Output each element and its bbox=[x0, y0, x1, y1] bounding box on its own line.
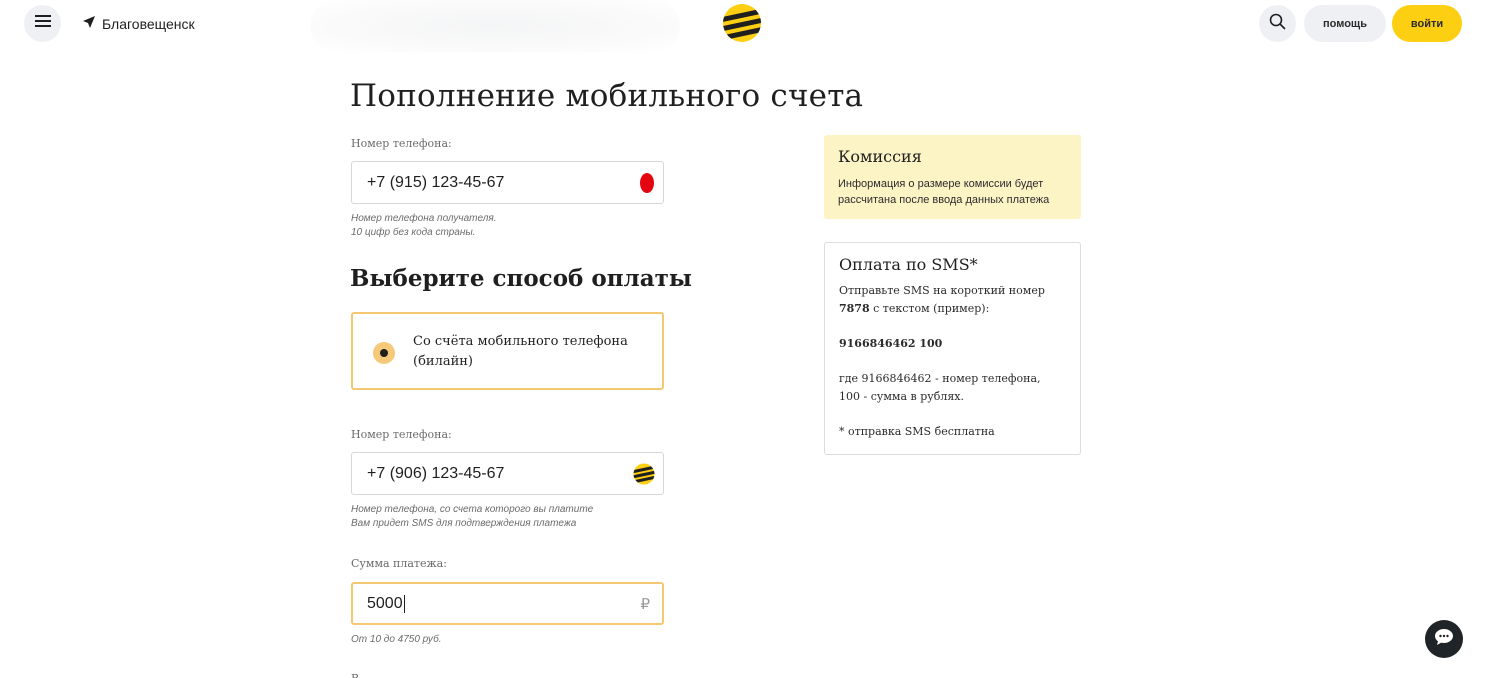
amount-label: Сумма платежа: bbox=[351, 557, 447, 570]
commission-panel: Комиссия Информация о размере комиссии б… bbox=[824, 135, 1081, 219]
city-selector[interactable]: Благовещенск bbox=[82, 15, 195, 32]
commission-title: Комиссия bbox=[838, 147, 922, 166]
promo-banner bbox=[310, 0, 680, 52]
payment-option-radio[interactable] bbox=[373, 342, 395, 364]
payment-option-label: Со счёта мобильного телефона (билайн) bbox=[413, 334, 628, 369]
chat-button[interactable] bbox=[1425, 620, 1463, 658]
page-title: Пополнение мобильного счета bbox=[350, 78, 864, 114]
help-button[interactable]: помощь bbox=[1304, 5, 1386, 42]
amount-value: 5000 bbox=[367, 594, 403, 612]
sms-payment-card: Оплата по SMS* Отправьте SMS на короткий… bbox=[824, 242, 1081, 455]
sms-footnote: * отправка SMS бесплатна bbox=[839, 425, 995, 438]
login-button[interactable]: войти bbox=[1392, 5, 1462, 42]
mts-operator-icon bbox=[639, 172, 655, 194]
recipient-phone-hint: Номер телефона получателя. 10 цифр без к… bbox=[351, 213, 497, 238]
sms-explanation: где 9166846462 - номер телефона, 100 - с… bbox=[839, 372, 1041, 403]
sms-title: Оплата по SMS* bbox=[839, 255, 978, 274]
search-button[interactable] bbox=[1259, 5, 1296, 42]
next-field-label-cut: В bbox=[351, 672, 359, 678]
menu-button[interactable] bbox=[24, 5, 61, 42]
payer-phone-hint: Номер телефона, со счета которого вы пла… bbox=[351, 504, 594, 529]
recipient-phone-label: Номер телефона: bbox=[351, 137, 452, 150]
recipient-phone-input[interactable]: +7 (915) 123-45-67 bbox=[351, 161, 664, 204]
sms-intro: Отправьте SMS на короткий номер 7878 с т… bbox=[839, 284, 1045, 315]
city-name: Благовещенск bbox=[102, 15, 195, 32]
sms-example: 9166846462 100 bbox=[839, 337, 943, 350]
payer-phone-input[interactable]: +7 (906) 123-45-67 bbox=[351, 452, 664, 495]
chat-bubble-icon bbox=[1434, 628, 1454, 651]
hamburger-icon bbox=[34, 14, 51, 33]
amount-hint: От 10 до 4750 руб. bbox=[351, 634, 442, 645]
site-header: Благовещенск помощь войти bbox=[0, 0, 1500, 60]
recipient-phone-value: +7 (915) 123-45-67 bbox=[367, 173, 505, 191]
commission-text: Информация о размере комиссии будет расс… bbox=[838, 178, 1050, 206]
search-icon bbox=[1269, 13, 1286, 35]
beeline-logo[interactable] bbox=[722, 3, 762, 43]
payment-method-title: Выберите способ оплаты bbox=[350, 265, 692, 292]
sms-short-number: 7878 bbox=[839, 302, 870, 315]
amount-input[interactable]: 5000 ₽ bbox=[351, 582, 664, 625]
payer-phone-value: +7 (906) 123-45-67 bbox=[367, 464, 505, 482]
text-cursor bbox=[403, 594, 405, 613]
ruble-sign: ₽ bbox=[640, 595, 650, 613]
payer-phone-label: Номер телефона: bbox=[351, 428, 452, 441]
location-arrow-icon bbox=[82, 15, 96, 32]
beeline-operator-icon bbox=[633, 463, 655, 485]
payment-option-mobile-account[interactable]: Со счёта мобильного телефона (билайн) bbox=[351, 312, 664, 390]
